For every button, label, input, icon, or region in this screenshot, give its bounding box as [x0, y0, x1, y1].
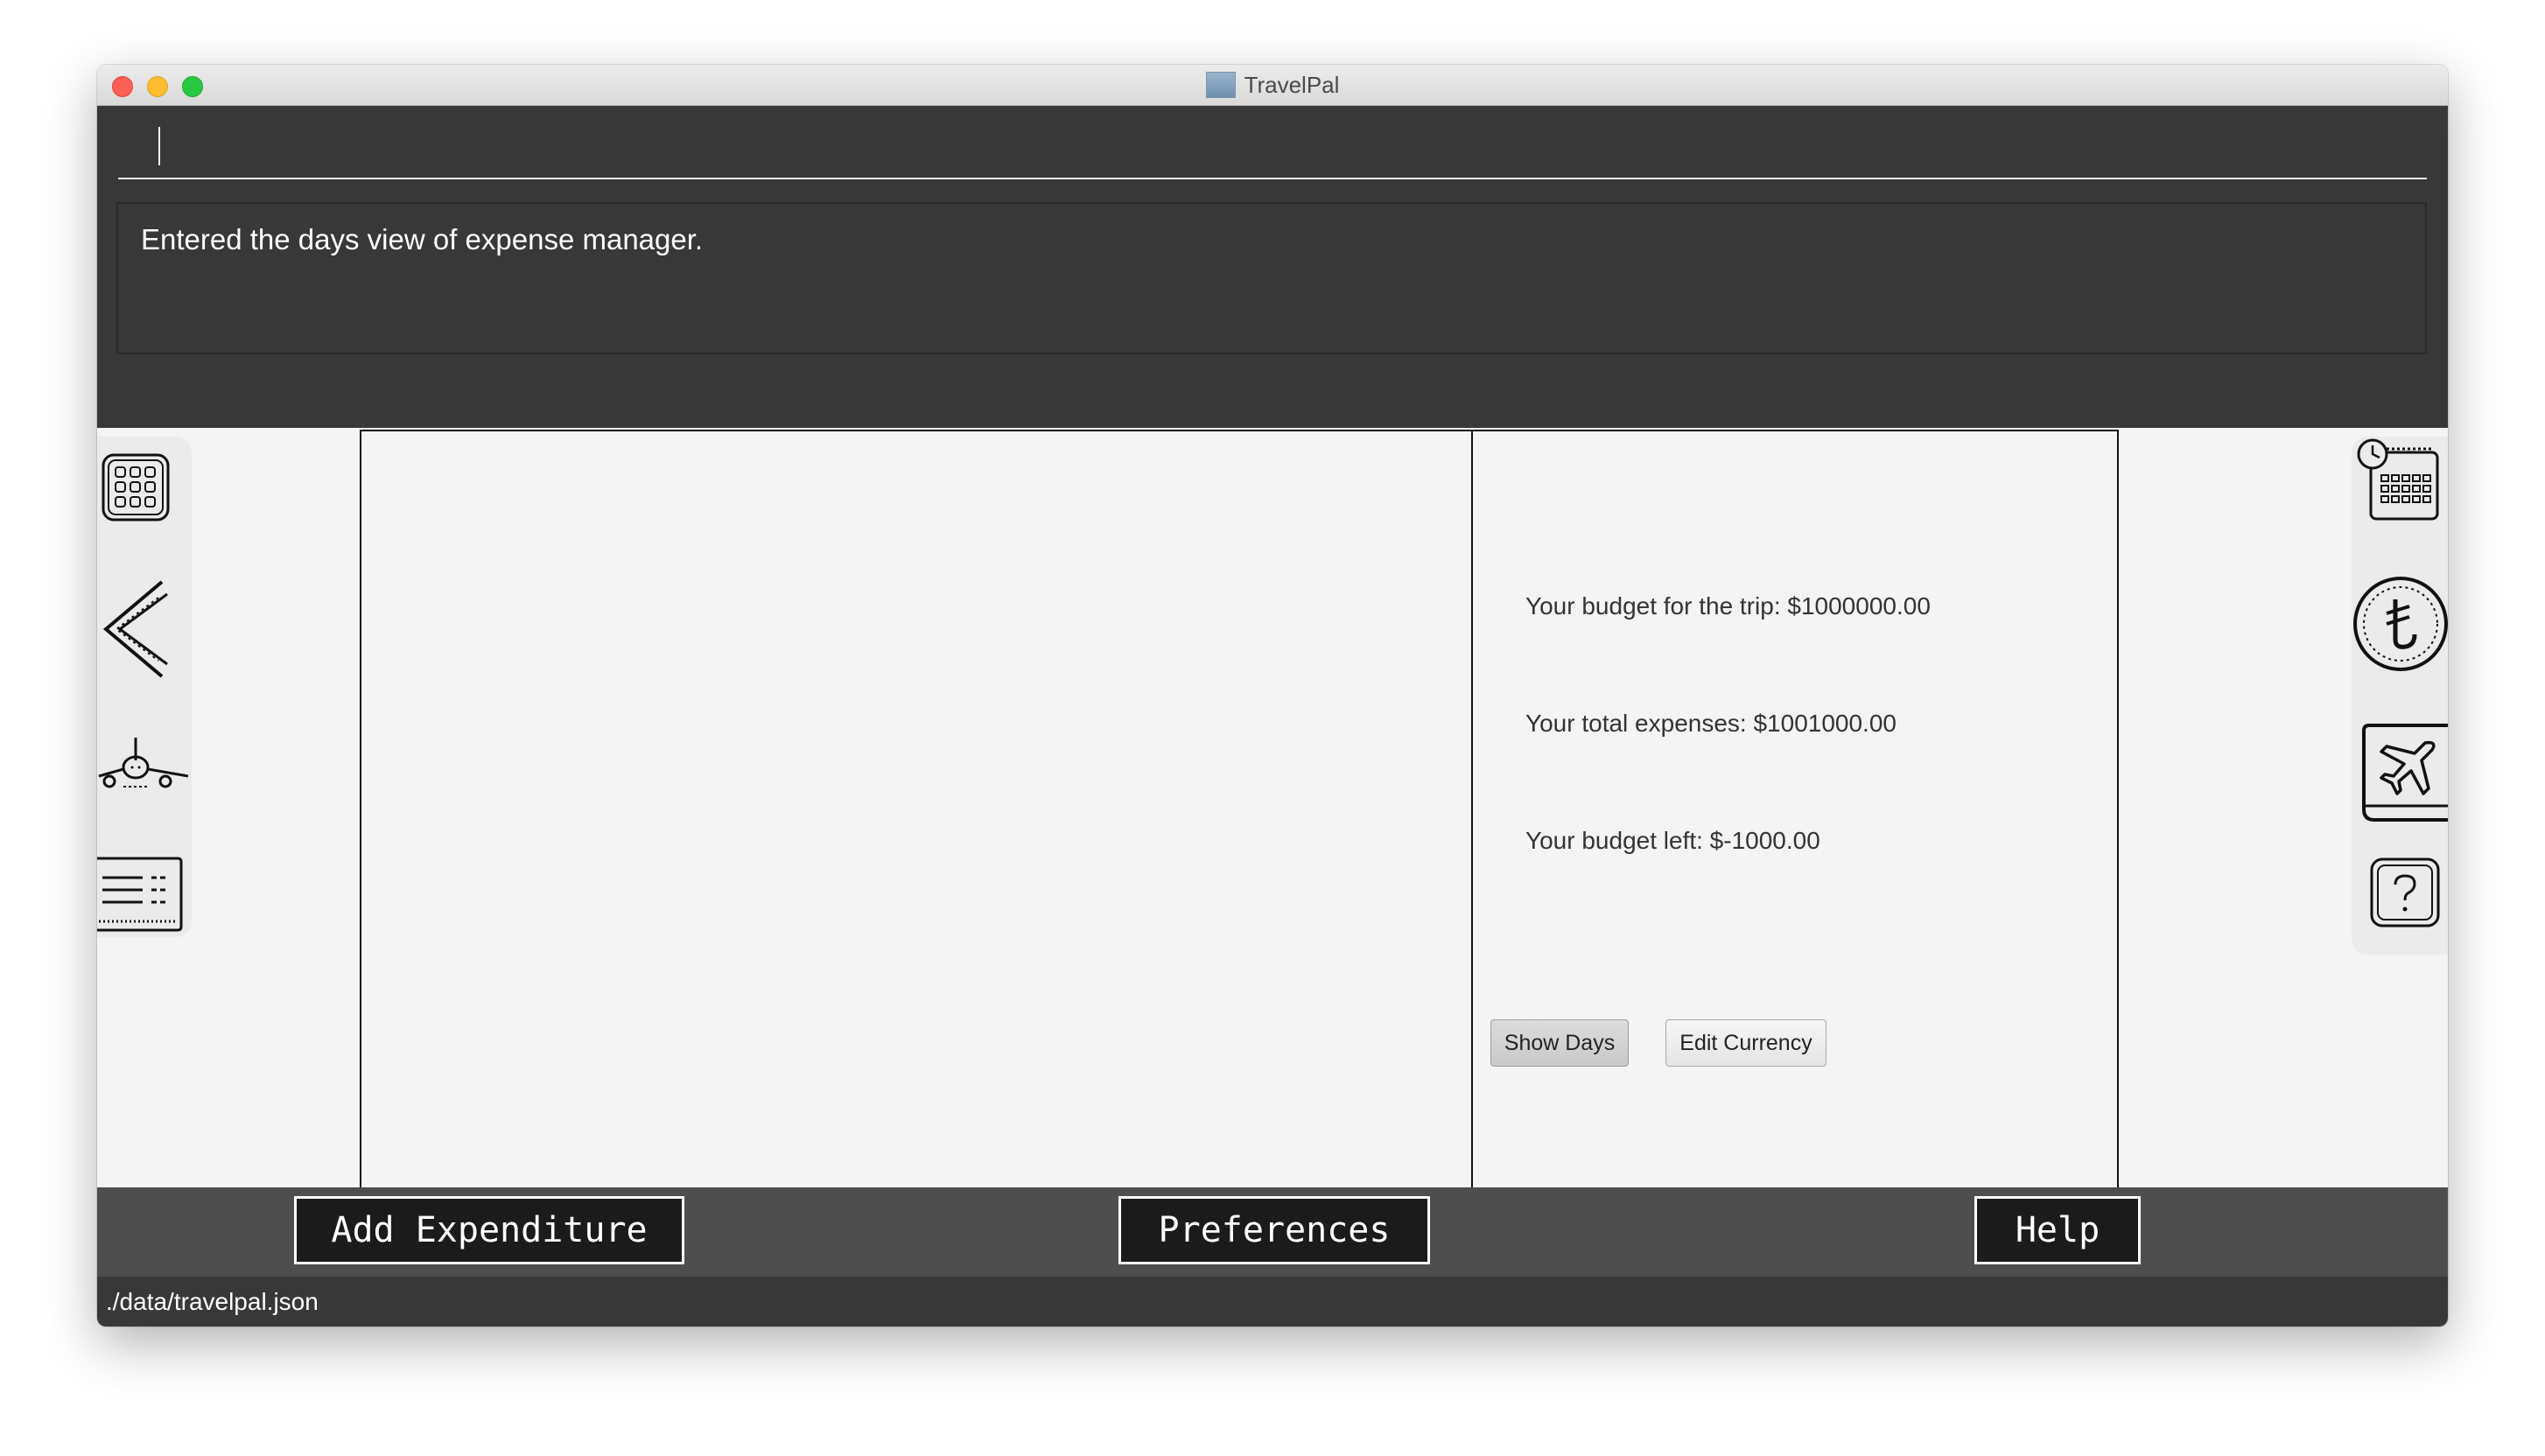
text-caret [158, 127, 160, 165]
total-expenses-text: Your total expenses: $1001000.00 [1525, 710, 1896, 737]
list-document-icon[interactable] [97, 855, 185, 934]
command-input[interactable] [118, 106, 2427, 179]
help-question-icon[interactable] [2369, 857, 2441, 928]
trip-budget-text: Your budget for the trip: $1000000.00 [1525, 592, 1931, 620]
preferences-button[interactable]: Preferences [1118, 1196, 1430, 1264]
main-content: Your budget for the trip: $1000000.00 Yo… [97, 428, 2448, 1252]
app-window: TravelPal Entered the days view of expen… [97, 65, 2448, 1326]
left-sidebar [97, 437, 192, 937]
budget-left-text: Your budget left: $-1000.00 [1525, 827, 1820, 854]
flight-booking-icon[interactable] [2360, 722, 2448, 823]
help-button[interactable]: Help [1974, 1196, 2141, 1264]
command-area: Entered the days view of expense manager… [97, 106, 2448, 428]
status-bar: ./data/travelpal.json [97, 1277, 2448, 1326]
show-days-button[interactable]: Show Days [1490, 1019, 1629, 1067]
bottom-toolbar: Add Expenditure Preferences Help [97, 1187, 2448, 1277]
result-message: Entered the days view of expense manager… [141, 223, 704, 256]
calendar-clock-icon[interactable] [2355, 437, 2443, 524]
window-title-text: TravelPal [1244, 71, 1340, 98]
back-arrow-icon[interactable] [101, 577, 171, 682]
itinerary-grid-icon[interactable] [101, 452, 171, 522]
airplane-icon[interactable] [97, 734, 192, 795]
right-sidebar [2352, 437, 2448, 955]
data-file-path: ./data/travelpal.json [106, 1288, 319, 1315]
edit-currency-button[interactable]: Edit Currency [1665, 1019, 1826, 1067]
budget-summary-panel: Your budget for the trip: $1000000.00 Yo… [1473, 430, 2119, 1252]
result-display: Entered the days view of expense manager… [116, 202, 2427, 354]
title-bar: TravelPal [97, 65, 2448, 106]
add-expenditure-button[interactable]: Add Expenditure [294, 1196, 684, 1264]
currency-coin-icon[interactable] [2352, 573, 2448, 675]
expense-list-panel [360, 430, 1473, 1252]
app-icon [1205, 72, 1236, 98]
window-title: TravelPal [97, 65, 2448, 105]
